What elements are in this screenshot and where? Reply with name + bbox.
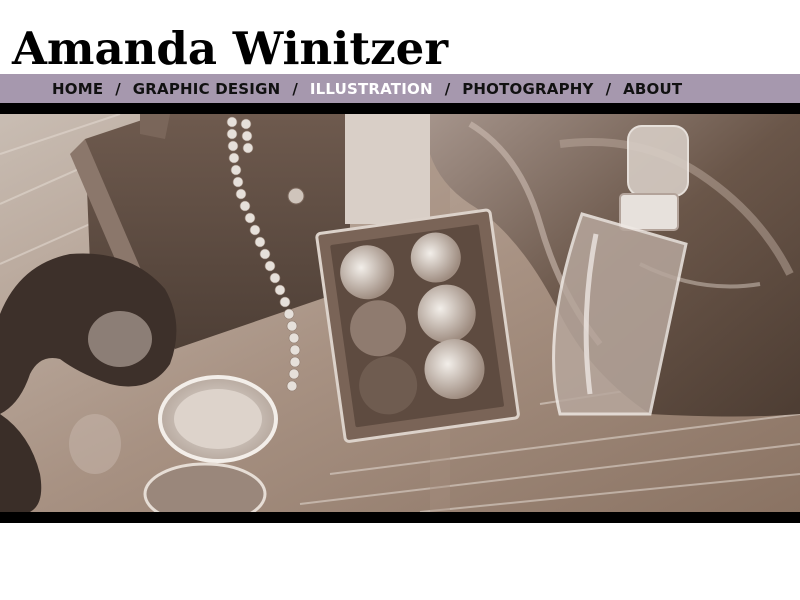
nav-separator: /	[292, 79, 298, 98]
nav-photography[interactable]: PHOTOGRAPHY	[462, 80, 593, 98]
nav-separator: /	[444, 79, 451, 98]
nav-illustration[interactable]: ILLUSTRATION	[310, 80, 433, 98]
top-divider-bar	[0, 103, 800, 114]
nav-graphic-design[interactable]: GRAPHIC DESIGN	[133, 80, 281, 98]
site-title: Amanda Winitzer	[12, 22, 449, 75]
nav-list: HOME / GRAPHIC DESIGN / ILLUSTRATION / P…	[52, 74, 682, 103]
nav-separator: /	[115, 79, 121, 98]
illustration-artwork	[0, 114, 800, 512]
nav-separator: /	[605, 79, 612, 98]
main-nav: HOME / GRAPHIC DESIGN / ILLUSTRATION / P…	[0, 74, 800, 103]
nav-about[interactable]: ABOUT	[623, 80, 682, 98]
nav-home[interactable]: HOME	[52, 80, 103, 98]
bottom-divider-bar	[0, 512, 800, 523]
page: Amanda Winitzer HOME / GRAPHIC DESIGN / …	[0, 0, 800, 600]
